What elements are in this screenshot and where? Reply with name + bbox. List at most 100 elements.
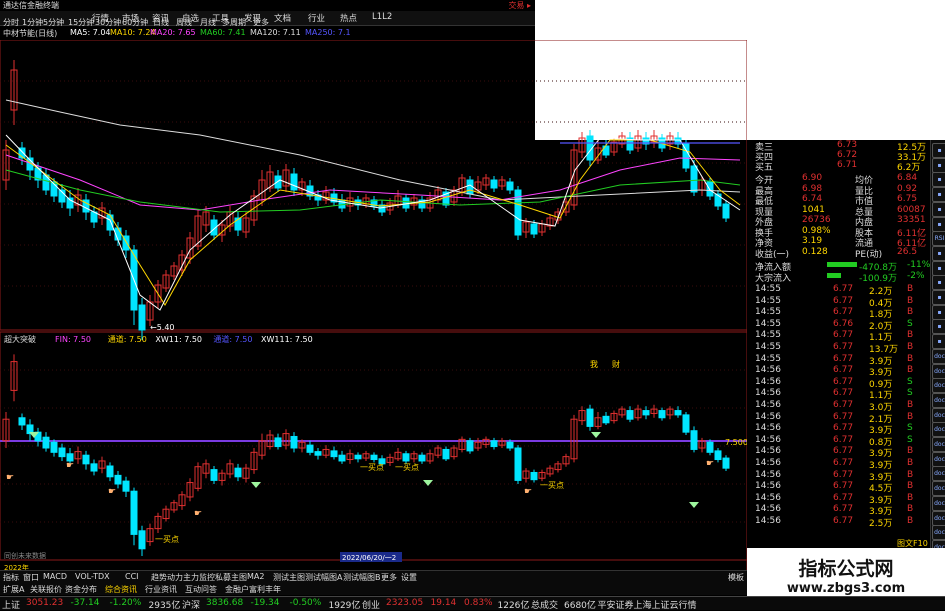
tab-left2[interactable]: 关联报价: [30, 584, 62, 595]
grid-icon[interactable]: ▪: [932, 172, 945, 188]
status-item-12: 19.14: [430, 598, 457, 608]
doc-icon[interactable]: doc: [932, 378, 945, 394]
doc-icon[interactable]: doc: [932, 407, 945, 423]
subtab-2[interactable]: 行业资讯: [145, 584, 177, 595]
stat-value-0: 6.90: [802, 173, 823, 183]
doc-icon[interactable]: doc: [932, 481, 945, 497]
arrow-right-icon[interactable]: ▪: [932, 290, 945, 305]
chart-icon[interactable]: ▪: [932, 319, 945, 335]
list-icon[interactable]: ▪: [932, 216, 945, 232]
candle-body: [106, 214, 114, 231]
tab-8[interactable]: MA2: [247, 572, 264, 581]
doc-icon[interactable]: doc: [932, 451, 945, 467]
tick-time-1: 14:55: [755, 295, 781, 306]
doc-icon[interactable]: doc: [932, 392, 945, 408]
arrow-down-icon[interactable]: ▪: [932, 157, 945, 173]
sub-candle-body: [290, 435, 298, 449]
arrow-left-icon[interactable]: ▪: [932, 275, 945, 291]
menu-item-8[interactable]: 热点: [340, 12, 357, 24]
menu-item-9[interactable]: L1L2: [372, 12, 392, 22]
sub-candle-body: [58, 447, 66, 458]
stat-value-4: 26736: [802, 215, 831, 225]
period-item-8[interactable]: 月线: [200, 17, 216, 28]
tab-3[interactable]: VOL-TDX: [75, 572, 110, 581]
doc-icon[interactable]: doc: [932, 495, 945, 511]
subtab-0[interactable]: 资金分布: [65, 584, 97, 595]
buy-hand-icon: ☛: [524, 487, 532, 497]
tick-price-20: 6.77: [833, 516, 854, 526]
chart-icon[interactable]: ▪: [932, 187, 945, 203]
kline-chart[interactable]: 7.757.507.257.006.756.506.256.005.755.50…: [0, 40, 747, 570]
tab-11[interactable]: 测试幅图B: [343, 572, 381, 583]
period-item-3[interactable]: 15分钟: [68, 17, 94, 28]
status-item-1: 3051.23: [26, 598, 64, 608]
doc-icon[interactable]: doc: [932, 422, 945, 438]
menu-item-7[interactable]: 行业: [308, 12, 325, 24]
menu-icon[interactable]: ▪: [932, 304, 945, 320]
tick-side-16: B: [907, 469, 914, 480]
tick-price-5: 6.77: [833, 342, 854, 352]
ma-legend-item-5: MA250: 7.1: [305, 28, 351, 37]
tick-time-11: 14:56: [755, 411, 781, 422]
ma-legend-item-3: MA60: 7.41: [200, 28, 246, 37]
period-item-0[interactable]: 分时: [3, 17, 19, 28]
period-item-5[interactable]: 60分钟: [122, 17, 148, 28]
period-item-4[interactable]: 30分钟: [95, 17, 121, 28]
tick-side-8: S: [907, 376, 913, 387]
doc-icon[interactable]: doc: [932, 363, 945, 379]
tab-0[interactable]: 指标: [3, 572, 19, 583]
sub-candle-body: [306, 444, 314, 453]
RSI-icon[interactable]: RSI: [932, 231, 945, 247]
minus-icon[interactable]: ▪: [932, 260, 945, 276]
tick-price-14: 6.77: [833, 446, 854, 457]
doc-icon[interactable]: doc: [932, 510, 945, 526]
tick-time-15: 14:56: [755, 458, 781, 468]
quote-panel: 卖三 6.73 12.5万 买四 6.72 33.1万 买五 6.71 6.2万 今开 6.90 均价…: [747, 140, 930, 550]
doc-icon[interactable]: doc: [932, 525, 945, 541]
tab-12[interactable]: 更多: [381, 572, 397, 583]
doc-icon[interactable]: doc: [932, 437, 945, 452]
tab-1[interactable]: 窗口: [23, 572, 39, 583]
period-item-10[interactable]: 更多: [253, 17, 269, 28]
tab-7[interactable]: 私募主图: [215, 572, 247, 583]
subtab-4[interactable]: 金融户富利丰年: [225, 584, 281, 595]
doc-icon[interactable]: doc: [932, 348, 945, 364]
tab-10[interactable]: 测试幅图A: [305, 572, 342, 583]
stat-label2-7: PE(动): [855, 249, 883, 260]
subtab-3[interactable]: 互动问答: [185, 584, 217, 595]
pencil-icon[interactable]: ▪: [932, 334, 945, 350]
doc-icon[interactable]: doc: [932, 466, 945, 482]
arrow-up-icon[interactable]: ▪: [932, 143, 945, 158]
subtab-1[interactable]: 综合资讯: [105, 584, 137, 595]
period-item-7[interactable]: 周线: [176, 17, 192, 28]
window-title: 通达信金融终端: [3, 1, 59, 10]
status-item-3: -1.20%: [109, 598, 142, 608]
chart-icon[interactable]: ▪: [932, 201, 945, 217]
tab-6[interactable]: 主力监控: [183, 572, 215, 583]
period-item-2[interactable]: 5分钟: [43, 17, 64, 28]
tab-2[interactable]: MACD: [43, 572, 67, 581]
tick-time-20: 14:56: [755, 516, 781, 526]
period-item-1[interactable]: 1分钟: [22, 17, 43, 28]
tick-side-15: B: [907, 458, 914, 468]
sub-candle-body: [82, 454, 90, 465]
sell-signal-icon: [689, 502, 699, 508]
tab-4[interactable]: CCI: [125, 572, 139, 581]
sub-candle-body: [122, 480, 130, 492]
tab-9[interactable]: 测试主图: [273, 572, 305, 583]
tab-left[interactable]: 扩展A: [3, 584, 24, 595]
period-item-6[interactable]: 日线: [153, 17, 169, 28]
template-button[interactable]: 模板: [728, 572, 744, 583]
sub-candle-body: [514, 447, 522, 481]
period-item-9[interactable]: 多周期: [222, 17, 246, 28]
plus-icon[interactable]: ▪: [932, 245, 945, 261]
flow-pct-1: -2%: [907, 271, 925, 281]
window-titlebar: 通达信金融终端 交易 ▸: [0, 0, 535, 10]
watermark-url: www.zbgs3.com: [786, 581, 906, 596]
trade-button[interactable]: 交易 ▸: [508, 0, 531, 11]
sub-candle-body: [466, 440, 474, 452]
tab-5[interactable]: 趋势动力: [151, 572, 183, 583]
sub-candle-body: [442, 448, 450, 460]
candle-body: [690, 165, 698, 193]
tab-13[interactable]: 设置: [401, 572, 417, 583]
